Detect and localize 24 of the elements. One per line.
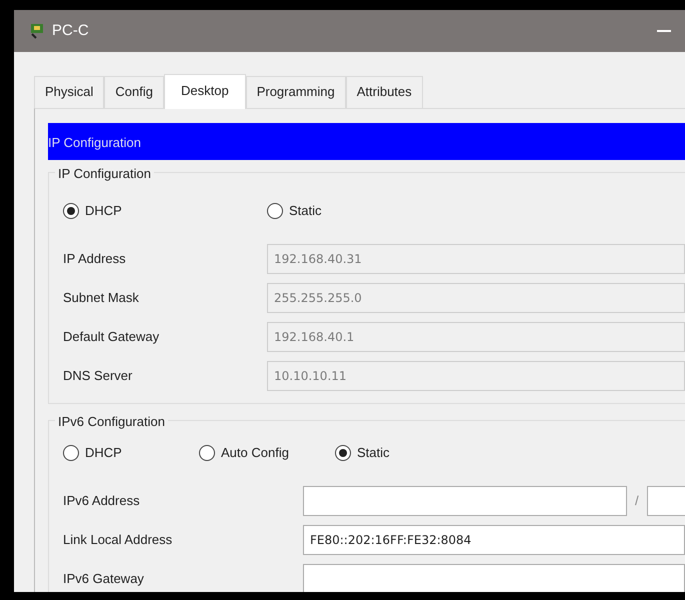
window-title: PC-C <box>52 20 89 41</box>
field-label: IPv6 Gateway <box>63 570 145 588</box>
radio-button[interactable]: DHCP <box>63 201 267 221</box>
tab[interactable]: Desktop <box>164 74 246 108</box>
radio-button[interactable]: Static <box>267 201 387 221</box>
input-field[interactable]: FE80::202:16FF:FE32:8084 <box>303 524 685 554</box>
field-label: DNS Server <box>63 366 134 385</box>
tab[interactable]: Attributes <box>346 76 423 108</box>
radio-button[interactable]: Static <box>335 443 435 463</box>
field-label: Default Gateway <box>63 328 160 346</box>
field-label: IPv6 Address <box>63 492 141 510</box>
app-icon <box>28 22 46 40</box>
section-header: IP Configuration <box>48 122 685 160</box>
field-label: IP Address <box>63 250 127 268</box>
field-label: Link Local Address <box>63 530 174 549</box>
input-field[interactable] <box>303 486 627 516</box>
tab[interactable]: Config <box>104 76 164 108</box>
input-field[interactable] <box>303 564 685 592</box>
radio-button[interactable]: DHCP <box>63 443 199 463</box>
radio-button[interactable]: Auto Config <box>199 443 335 463</box>
tab[interactable]: Physical <box>34 76 104 108</box>
separator: / <box>635 492 639 510</box>
tab[interactable]: Programming <box>246 76 346 108</box>
field-label: Subnet Mask <box>63 288 140 307</box>
